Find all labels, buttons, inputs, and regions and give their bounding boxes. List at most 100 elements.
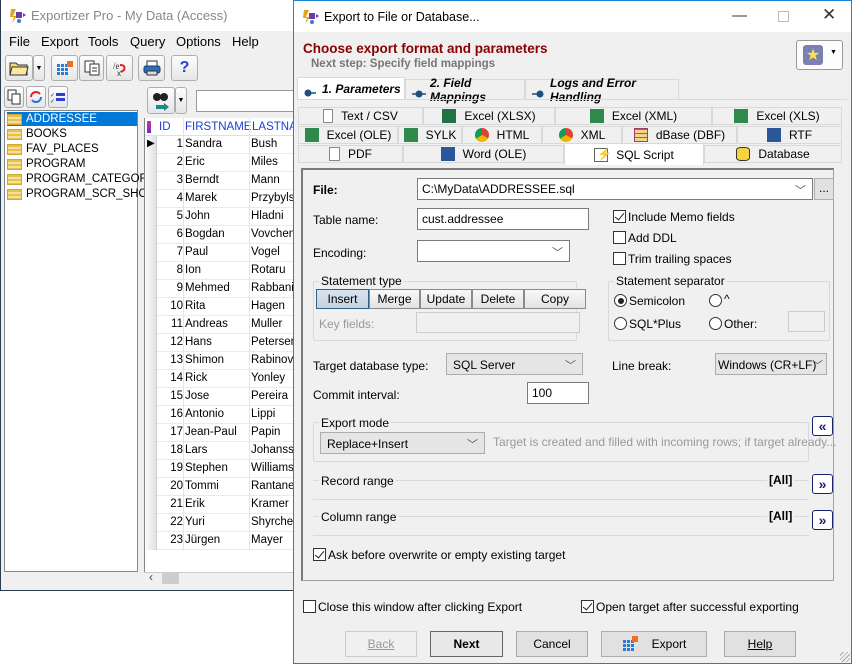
statement-update-button[interactable]: Update xyxy=(420,289,472,309)
separator-caret-radio[interactable] xyxy=(709,294,722,307)
statement-delete-button[interactable]: Delete xyxy=(472,289,524,309)
minimize-icon[interactable]: — xyxy=(732,7,747,24)
back-button[interactable]: Back xyxy=(345,631,417,657)
row-indicator[interactable] xyxy=(145,172,157,190)
data-cell-id[interactable]: 11 xyxy=(157,318,183,330)
separator-other-radio[interactable] xyxy=(709,317,722,330)
find-dropdown-button[interactable]: ▼ xyxy=(175,87,187,114)
data-cell-firstname[interactable]: Jose xyxy=(185,390,209,402)
data-cell-lastname[interactable]: Lippi xyxy=(251,408,297,420)
data-cell-id[interactable]: 7 xyxy=(157,246,183,258)
row-indicator[interactable] xyxy=(145,370,157,388)
data-cell-lastname[interactable]: Hladni xyxy=(251,210,297,222)
data-cell-lastname[interactable]: Rantanen xyxy=(251,480,297,492)
data-cell-id[interactable]: 12 xyxy=(157,336,183,348)
data-cell-id[interactable]: 1 xyxy=(157,138,183,150)
data-cell-firstname[interactable]: Yuri xyxy=(185,516,205,528)
data-cell-firstname[interactable]: Erik xyxy=(185,498,205,510)
table-row[interactable]: 4Marek Przybylski xyxy=(145,190,297,208)
menu-file[interactable]: File xyxy=(9,34,30,49)
table-row[interactable]: 9 Mehmed Rabbani xyxy=(145,280,297,298)
data-cell-id[interactable]: 17 xyxy=(157,426,183,438)
data-cell-id[interactable]: 16 xyxy=(157,408,183,420)
row-indicator[interactable] xyxy=(145,514,157,532)
table-row[interactable]: 10 Rita Hagen xyxy=(145,298,297,316)
data-cell-firstname[interactable]: Shimon xyxy=(185,354,224,366)
open-button[interactable] xyxy=(5,55,33,81)
data-cell-id[interactable]: 10 xyxy=(157,300,183,312)
data-cell-lastname[interactable]: Papin xyxy=(251,426,297,438)
encoding-combo[interactable]: ﹀ xyxy=(417,240,570,262)
table-item[interactable]: PROGRAM xyxy=(7,157,85,171)
key-fields-input[interactable] xyxy=(416,312,580,333)
data-cell-id[interactable]: 9 xyxy=(157,282,183,294)
data-cell-firstname[interactable]: Berndt xyxy=(185,174,219,186)
export-button[interactable]: Export xyxy=(601,631,707,657)
menu-export[interactable]: Export xyxy=(41,34,79,49)
table-item[interactable]: PROGRAM_CATEGORY xyxy=(7,172,155,186)
close-icon[interactable]: ✕ xyxy=(822,5,836,25)
row-indicator[interactable] xyxy=(145,334,157,352)
column-header-id[interactable]: ID xyxy=(159,118,171,136)
row-indicator[interactable] xyxy=(145,532,157,550)
trim-spaces-checkbox[interactable] xyxy=(613,252,626,265)
table-row[interactable]: ▶ 1 Sandra Bush xyxy=(145,136,297,154)
next-button[interactable]: Next xyxy=(430,631,503,657)
data-cell-id[interactable]: 13 xyxy=(157,354,183,366)
grid-horizontal-scrollbar[interactable]: ‹ xyxy=(144,570,295,584)
data-cell-id[interactable]: 23 xyxy=(157,534,183,546)
table-row[interactable]: 8 Ion Rotaru xyxy=(145,262,297,280)
data-cell-id[interactable]: 4 xyxy=(157,192,183,204)
table-row[interactable]: 2 Eric Miles xyxy=(145,154,297,172)
data-cell-lastname[interactable]: Pereira xyxy=(251,390,297,402)
commit-interval-input[interactable]: 100 xyxy=(527,382,589,404)
tab-parameters[interactable]: 1. Parameters xyxy=(297,77,405,100)
menu-tools[interactable]: Tools xyxy=(88,34,118,49)
format-tab-excel-xml[interactable]: Excel (XML) xyxy=(555,107,712,125)
data-cell-firstname[interactable]: Sandra xyxy=(185,138,222,150)
data-cell-firstname[interactable]: Bogdan xyxy=(185,228,225,240)
data-cell-firstname[interactable]: Jean-Paul xyxy=(185,426,237,438)
table-row[interactable]: 11 Andreas Muller xyxy=(145,316,297,334)
close-after-export-checkbox[interactable] xyxy=(303,600,316,613)
data-cell-id[interactable]: 2 xyxy=(157,156,183,168)
data-cell-id[interactable]: 19 xyxy=(157,462,183,474)
data-cell-firstname[interactable]: Stephen xyxy=(185,462,228,474)
row-indicator[interactable] xyxy=(145,244,157,262)
data-cell-lastname[interactable]: Yonley xyxy=(251,372,297,384)
maximize-icon[interactable] xyxy=(778,11,789,22)
menu-help[interactable]: Help xyxy=(232,34,259,49)
data-cell-lastname[interactable]: Johansson xyxy=(251,444,297,456)
column-header-firstname[interactable]: FIRSTNAME xyxy=(185,118,251,136)
copy-toolbar-button[interactable] xyxy=(79,55,104,81)
format-tab-sql-script[interactable]: ⚡ SQL Script xyxy=(564,143,704,165)
data-cell-id[interactable]: 8 xyxy=(157,264,183,276)
separator-other-input[interactable] xyxy=(788,311,825,332)
data-cell-id[interactable]: 20 xyxy=(157,480,183,492)
data-cell-lastname[interactable]: Mann xyxy=(251,174,297,186)
data-cell-lastname[interactable]: Miles xyxy=(251,156,297,168)
data-cell-firstname[interactable]: Hans xyxy=(185,336,212,348)
data-cell-lastname[interactable]: Muller xyxy=(251,318,297,330)
include-memo-checkbox[interactable] xyxy=(613,210,626,223)
statement-merge-button[interactable]: Merge xyxy=(369,289,420,309)
help-button[interactable]: Help xyxy=(724,631,796,657)
table-row[interactable]: 17 Jean-Paul Papin xyxy=(145,424,297,442)
data-cell-lastname[interactable]: Vogel xyxy=(251,246,297,258)
expression-toolbar-button[interactable]: /e x xyxy=(106,55,133,81)
format-tab-xml[interactable]: XML xyxy=(542,126,622,144)
table-row[interactable]: 6Bogdan Vovchenko xyxy=(145,226,297,244)
data-cell-id[interactable]: 14 xyxy=(157,372,183,384)
search-input[interactable] xyxy=(196,90,296,112)
row-indicator[interactable] xyxy=(145,262,157,280)
data-cell-lastname[interactable]: Przybylski xyxy=(251,192,297,204)
row-indicator[interactable] xyxy=(145,478,157,496)
collapse-export-mode-button[interactable]: « xyxy=(812,416,833,436)
find-button[interactable] xyxy=(147,87,175,114)
table-row[interactable]: 12 Hans Petersen xyxy=(145,334,297,352)
data-cell-firstname[interactable]: Ion xyxy=(185,264,201,276)
data-cell-lastname[interactable]: Bush xyxy=(251,138,297,150)
export-mode-combo[interactable]: Replace+Insert ﹀ xyxy=(320,432,485,454)
table-row[interactable]: 14 Rick Yonley xyxy=(145,370,297,388)
row-indicator[interactable] xyxy=(145,424,157,442)
